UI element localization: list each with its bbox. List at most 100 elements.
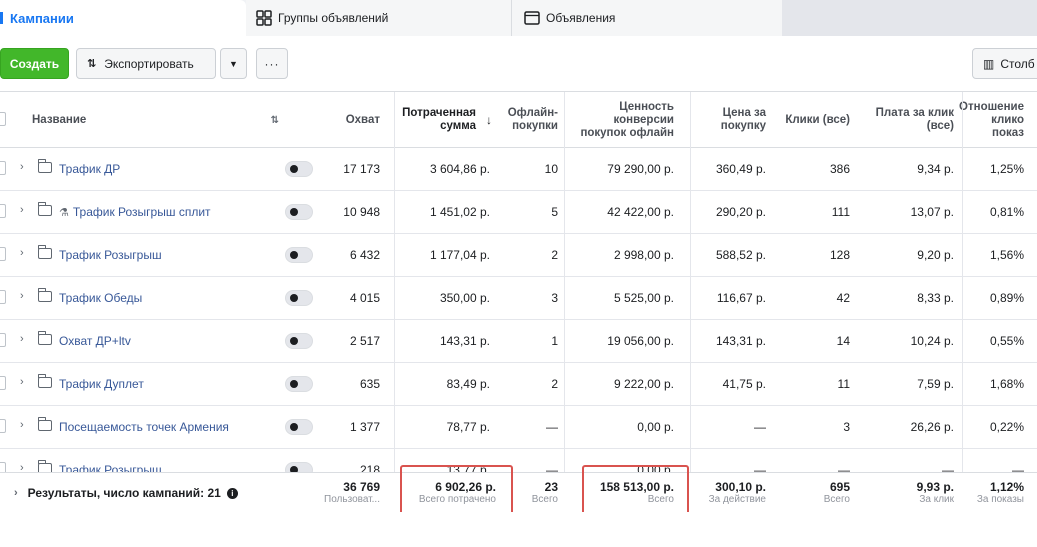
cell-purchases: 1 [551, 334, 558, 348]
folder-icon [38, 288, 52, 302]
chevron-right-icon[interactable]: › [20, 204, 24, 216]
col-spent-label: Потраченная сумма [402, 107, 476, 132]
campaign-toggle[interactable] [285, 419, 313, 435]
total-purchases-value: 23 [544, 480, 558, 494]
info-icon[interactable]: i [226, 487, 238, 499]
campaign-name-link[interactable]: Посещаемость точек Армения [59, 406, 229, 448]
cell-cpp: 588,52 р. [715, 248, 766, 262]
campaign-name-link[interactable]: Трафик Дуплет [59, 363, 144, 405]
row-checkbox[interactable] [0, 161, 6, 175]
campaign-name-link[interactable]: ⚗ Трафик Розыгрыш сплит [59, 191, 211, 233]
cell-ctr: 0,81% [989, 205, 1024, 219]
chevron-right-icon[interactable]: › [20, 247, 24, 259]
cell-purchases: 2 [551, 248, 558, 262]
col-name[interactable]: Название [32, 92, 252, 148]
select-all-checkbox[interactable] [0, 112, 6, 126]
campaign-name-link[interactable]: Охват ДР+ltv [59, 320, 131, 362]
columns-button[interactable]: ▥ Столб [972, 48, 1037, 79]
campaign-toggle[interactable] [285, 333, 313, 349]
cell-reach: 6 432 [349, 248, 380, 262]
export-sort-icon: ⇅ [87, 58, 97, 70]
results-summary[interactable]: › Результаты, число кампаний: 21 i [14, 473, 238, 513]
col-cpc[interactable]: Плата за клик (все) [860, 92, 960, 148]
folder-icon [38, 417, 52, 431]
campaign-toggle[interactable] [285, 204, 313, 220]
table-row[interactable]: › Посещаемость точек Армения 1 377 78,77 р.… [0, 406, 1037, 449]
total-cpp-value: 300,10 р. [715, 480, 766, 494]
cell-value: 19 056,00 р. [607, 334, 674, 348]
tab-campaigns[interactable]: Кампании [0, 0, 246, 36]
table-row[interactable]: › Трафик Обеды 4 015 350,00 р. 3 5 525,00 р. 1… [0, 277, 1037, 320]
cell-cpc: 9,20 р. [917, 248, 954, 262]
chevron-right-icon[interactable]: › [20, 161, 24, 173]
chevron-right-icon[interactable]: › [20, 419, 24, 431]
col-spent[interactable]: Потраченная сумма [386, 92, 482, 148]
table-row[interactable]: › Охват ДР+ltv 2 517 143,31 р. 1 19 056,00 р.… [0, 320, 1037, 363]
chevron-right-icon[interactable]: › [20, 376, 24, 388]
export-button[interactable]: ⇅ Экспортировать [76, 48, 216, 79]
campaign-name-link[interactable]: Трафик ДР [59, 148, 120, 190]
table-row[interactable]: › Трафик Дуплет 635 83,49 р. 2 9 222,00 р. 41,… [0, 363, 1037, 406]
total-cpp: 300,10 р. За действие [690, 473, 772, 513]
tab-ad-sets[interactable]: Группы объявлений [246, 0, 512, 36]
campaign-name: Трафик Розыгрыш сплит [72, 205, 211, 219]
row-checkbox[interactable] [0, 419, 6, 433]
table-row[interactable]: › Трафик Розыгрыш 6 432 1 177,04 р. 2 2 998,0… [0, 234, 1037, 277]
export-dropdown-button[interactable]: ▼ [220, 48, 247, 79]
tab-ads[interactable]: Объявления [512, 0, 782, 36]
cell-clicks: 386 [829, 162, 850, 176]
cell-cpc: 26,26 р. [910, 420, 954, 434]
row-checkbox[interactable] [0, 290, 6, 304]
cell-spent: 143,31 р. [439, 334, 490, 348]
cell-purchases: 10 [544, 162, 558, 176]
cell-purchases: 3 [551, 291, 558, 305]
cell-ctr: 0,89% [989, 291, 1024, 305]
cell-purchases: 5 [551, 205, 558, 219]
col-cost-per-purchase[interactable]: Цена за покупку [690, 92, 772, 148]
cell-reach: 4 015 [349, 291, 380, 305]
campaign-toggle[interactable] [285, 290, 313, 306]
folder-icon [38, 374, 52, 388]
row-checkbox[interactable] [0, 376, 6, 390]
active-tab-indicator [0, 12, 3, 24]
campaign-toggle[interactable] [285, 376, 313, 392]
row-checkbox[interactable] [0, 247, 6, 261]
col-ctr[interactable]: Отношение клико показ [959, 92, 1030, 148]
page-bottom [0, 512, 1037, 547]
campaign-name-link[interactable]: Трафик Обеды [59, 277, 142, 319]
total-ctr-sub: За показы [976, 494, 1024, 505]
cell-ctr: 0,55% [989, 334, 1024, 348]
create-button[interactable]: Создать [0, 48, 69, 79]
sort-toggle-icon[interactable]: ⇅ [255, 92, 285, 148]
campaign-toggle[interactable] [285, 161, 313, 177]
campaign-name-link[interactable]: Трафик Розыгрыш [59, 234, 162, 276]
row-checkbox[interactable] [0, 333, 6, 347]
total-cpc-sub: За клик [919, 494, 954, 505]
table-row[interactable]: › ⚗ Трафик Розыгрыш сплит 10 948 1 451,02 р.… [0, 191, 1037, 234]
cell-value: 2 998,00 р. [613, 248, 674, 262]
chevron-right-icon[interactable]: › [20, 333, 24, 345]
table-row[interactable]: › Трафик ДР 17 173 3 604,86 р. 10 79 290,00 р… [0, 148, 1037, 191]
cell-cpp: — [754, 420, 766, 434]
tab-ad-sets-label: Группы объявлений [278, 11, 389, 25]
cell-spent: 1 451,02 р. [429, 205, 490, 219]
total-reach-value: 36 769 [343, 480, 380, 494]
cell-reach: 2 517 [349, 334, 380, 348]
cell-reach: 17 173 [343, 162, 380, 176]
cell-ctr: 1,68% [989, 377, 1024, 391]
col-reach[interactable]: Охват [310, 92, 386, 148]
cell-reach: 635 [359, 377, 380, 391]
campaign-toggle[interactable] [285, 247, 313, 263]
cell-clicks: 111 [831, 205, 850, 219]
col-offline-purchases[interactable]: Офлайн-покупки [500, 92, 564, 148]
cell-reach: 10 948 [343, 205, 380, 219]
column-divider [394, 92, 395, 472]
total-clicks-sub: Всего [823, 494, 850, 505]
col-offline-value[interactable]: Ценность конверсии покупок офлайн [566, 92, 680, 148]
col-clicks[interactable]: Клики (все) [772, 92, 856, 148]
chevron-right-icon[interactable]: › [20, 290, 24, 302]
ad-window-icon [524, 11, 540, 25]
row-checkbox[interactable] [0, 204, 6, 218]
more-button[interactable]: ··· [256, 48, 288, 79]
columns-label: Столб [1000, 56, 1035, 71]
